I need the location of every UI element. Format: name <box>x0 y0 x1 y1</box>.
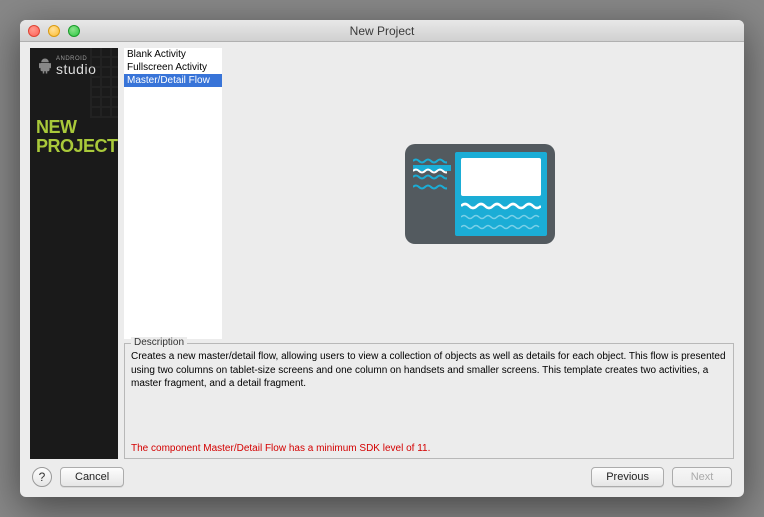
previous-button[interactable]: Previous <box>591 467 664 487</box>
description-panel: Description Creates a new master/detail … <box>124 343 734 459</box>
traffic-lights <box>28 25 80 37</box>
new-project-window: New Project ANDROID studio NEW PROJECT <box>20 20 744 497</box>
content: ANDROID studio NEW PROJECT Blank Activit… <box>20 42 744 459</box>
titlebar: New Project <box>20 20 744 42</box>
template-item[interactable]: Master/Detail Flow <box>124 74 222 87</box>
android-icon <box>36 57 54 75</box>
description-label: Description <box>131 337 187 348</box>
help-button[interactable]: ? <box>32 467 52 487</box>
next-button[interactable]: Next <box>672 467 732 487</box>
main-area: Blank ActivityFullscreen ActivityMaster/… <box>124 48 734 459</box>
minimize-icon[interactable] <box>48 25 60 37</box>
template-list[interactable]: Blank ActivityFullscreen ActivityMaster/… <box>124 48 222 339</box>
tablet-mock-icon <box>405 144 555 244</box>
sidebar-decoration <box>90 48 118 118</box>
cancel-button[interactable]: Cancel <box>60 467 124 487</box>
upper-row: Blank ActivityFullscreen ActivityMaster/… <box>124 48 734 339</box>
sidebar: ANDROID studio NEW PROJECT <box>30 48 118 459</box>
window-title: New Project <box>20 24 744 38</box>
description-warning: The component Master/Detail Flow has a m… <box>131 443 727 454</box>
template-item[interactable]: Blank Activity <box>124 48 222 61</box>
template-preview <box>226 48 734 339</box>
description-text: Creates a new master/detail flow, allowi… <box>131 350 727 391</box>
close-icon[interactable] <box>28 25 40 37</box>
wizard-heading: NEW PROJECT <box>30 118 118 156</box>
zoom-icon[interactable] <box>68 25 80 37</box>
detail-pane-mock <box>455 152 547 236</box>
master-list-mock <box>413 152 451 236</box>
button-bar: ? Cancel Previous Next <box>20 459 744 497</box>
template-item[interactable]: Fullscreen Activity <box>124 61 222 74</box>
